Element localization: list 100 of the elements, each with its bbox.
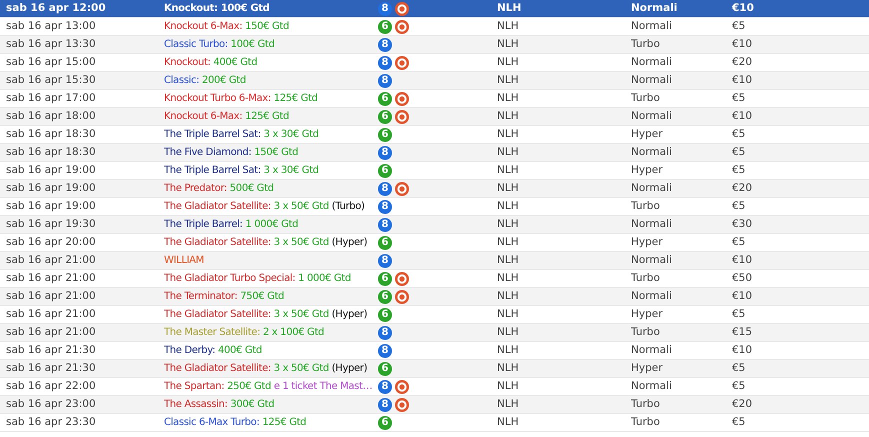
buyin-text: €5 (732, 164, 746, 176)
tournament-name: Classic Turbo: (164, 39, 228, 50)
speed-text: Turbo (631, 416, 660, 428)
prize-text: 3 x 50€ Gtd (274, 237, 329, 248)
table-row[interactable]: sab 16 apr 23:00 The Assassin: 300€ Gtd 8 NLH Turbo €20 (0, 396, 869, 414)
prize-text: 150€ Gtd (245, 21, 289, 32)
table-row[interactable]: sab 16 apr 21:30 The Gladiator Satellite: 3 x 50€ Gtd (Hyper) 6 NLH Hyper €5 (0, 360, 869, 378)
game-text: NLH (497, 218, 519, 230)
buyin-text: €5 (732, 236, 746, 248)
format-note: (Turbo) (332, 201, 365, 212)
table-row[interactable]: sab 16 apr 18:30 The Triple Barrel Sat: 3 x 30€ Gtd 6 NLH Hyper €5 (0, 126, 869, 144)
speed-text: Turbo (631, 38, 660, 50)
prize-text: 125€ Gtd (245, 111, 289, 122)
prize-text: 400€ Gtd (218, 345, 262, 356)
seats-badge: 8 (378, 182, 392, 196)
prize-text: 500€ Gtd (230, 183, 274, 194)
seats-badge: 8 (378, 200, 392, 214)
date-text: sab 16 apr 19:00 (6, 200, 96, 212)
table-row[interactable]: sab 16 apr 17:00 Knockout Turbo 6-Max: 125€ Gtd 6 NLH Turbo €5 (0, 90, 869, 108)
tournament-name: The Five Diamond: (164, 147, 252, 158)
table-row[interactable]: sab 16 apr 21:00 The Gladiator Turbo Special: 1 000€ Gtd 6 NLH Turbo €50 (0, 270, 869, 288)
table-row[interactable]: sab 16 apr 19:00 The Predator: 500€ Gtd 8 NLH Normali €20 (0, 180, 869, 198)
table-row[interactable]: sab 16 apr 19:00 The Triple Barrel Sat: 3 x 30€ Gtd 6 NLH Hyper €5 (0, 162, 869, 180)
buyin-text: €5 (732, 416, 746, 428)
buyin-text: €20 (732, 56, 752, 68)
date-text: sab 16 apr 21:00 (6, 308, 96, 320)
tournament-name: Classic: (164, 75, 200, 86)
speed-text: Hyper (631, 128, 663, 140)
table-row[interactable]: sab 16 apr 21:00 WILLIAM 8 NLH Normali €10 (0, 252, 869, 270)
seats-badge: 8 (378, 146, 392, 160)
table-row[interactable]: sab 16 apr 13:00 Knockout 6-Max: 150€ Gtd 6 NLH Normali €5 (0, 18, 869, 36)
game-text: NLH (497, 398, 519, 410)
speed-text: Normali (631, 344, 672, 356)
tournament-name: The Triple Barrel: (164, 219, 243, 230)
seats-badge: 8 (378, 398, 392, 412)
table-row[interactable]: sab 16 apr 21:00 The Terminator: 750€ Gtd 6 NLH Normali €10 (0, 288, 869, 306)
table-row[interactable]: sab 16 apr 12:00 Knockout: 100€ Gtd 8 NLH Normali €10 (0, 0, 869, 18)
buyin-text: €5 (732, 146, 746, 158)
date-text: sab 16 apr 23:00 (6, 398, 96, 410)
date-text: sab 16 apr 12:00 (6, 2, 106, 14)
format-note: (Hyper) (332, 309, 368, 320)
prize-text: 125€ Gtd (274, 93, 318, 104)
table-row[interactable]: sab 16 apr 19:00 The Gladiator Satellite: 3 x 50€ Gtd (Turbo) 8 NLH Turbo €5 (0, 198, 869, 216)
prize-text: 1 000€ Gtd (245, 219, 298, 230)
table-row[interactable]: sab 16 apr 15:30 Classic: 200€ Gtd 8 NLH Normali €10 (0, 72, 869, 90)
buyin-text: €10 (732, 290, 752, 302)
prize-text: 100€ Gtd (230, 39, 274, 50)
table-row[interactable]: sab 16 apr 15:00 Knockout: 400€ Gtd 8 NLH Normali €20 (0, 54, 869, 72)
speed-text: Turbo (631, 272, 660, 284)
speed-text: Normali (631, 20, 672, 32)
game-text: NLH (497, 254, 519, 266)
table-row[interactable]: sab 16 apr 23:30 Classic 6-Max Turbo: 125€ Gtd 6 NLH Turbo €5 (0, 414, 869, 432)
table-row[interactable]: sab 16 apr 21:00 The Gladiator Satellite: 3 x 50€ Gtd (Hyper) 6 NLH Hyper €5 (0, 306, 869, 324)
tournament-name: The Triple Barrel Sat: (164, 129, 261, 140)
date-text: sab 16 apr 17:00 (6, 92, 96, 104)
tournament-name: The Gladiator Satellite: (164, 363, 271, 374)
table-row[interactable]: sab 16 apr 18:30 The Five Diamond: 150€ Gtd 8 NLH Normali €5 (0, 144, 869, 162)
date-text: sab 16 apr 18:00 (6, 110, 96, 122)
table-row[interactable]: sab 16 apr 13:30 Classic Turbo: 100€ Gtd 8 NLH Turbo €10 (0, 36, 869, 54)
game-text: NLH (497, 236, 519, 248)
game-text: NLH (497, 164, 519, 176)
tournament-name: The Assassin: (164, 399, 228, 410)
buyin-text: €5 (732, 20, 746, 32)
table-row[interactable]: sab 16 apr 18:00 Knockout 6-Max: 125€ Gtd 6 NLH Normali €10 (0, 108, 869, 126)
buyin-text: €5 (732, 200, 746, 212)
table-row[interactable]: sab 16 apr 20:00 The Gladiator Satellite: 3 x 50€ Gtd (Hyper) 6 NLH Hyper €5 (0, 234, 869, 252)
buyin-text: €10 (732, 254, 752, 266)
buyin-text: €5 (732, 362, 746, 374)
buyin-text: €5 (732, 308, 746, 320)
tournament-name: The Predator: (164, 183, 227, 194)
date-text: sab 16 apr 21:00 (6, 272, 96, 284)
seats-badge: 6 (378, 236, 392, 250)
table-row[interactable]: sab 16 apr 19:30 The Triple Barrel: 1 000€ Gtd 8 NLH Normali €30 (0, 216, 869, 234)
date-text: sab 16 apr 20:00 (6, 236, 96, 248)
seats-badge: 6 (378, 164, 392, 178)
game-text: NLH (497, 74, 519, 86)
tournament-name: The Spartan: (164, 381, 224, 392)
game-text: NLH (497, 362, 519, 374)
table-row[interactable]: sab 16 apr 21:00 The Master Satellite: 2 x 100€ Gtd 8 NLH Turbo €15 (0, 324, 869, 342)
speed-text: Normali (631, 110, 672, 122)
game-text: NLH (497, 110, 519, 122)
seats-badge: 8 (378, 254, 392, 268)
tournament-name: Classic 6-Max Turbo: (164, 417, 260, 428)
table-row[interactable]: sab 16 apr 21:30 The Derby: 400€ Gtd 8 NLH Normali €10 (0, 342, 869, 360)
speed-text: Normali (631, 218, 672, 230)
date-text: sab 16 apr 22:00 (6, 380, 96, 392)
date-text: sab 16 apr 19:00 (6, 182, 96, 194)
date-text: sab 16 apr 13:30 (6, 38, 96, 50)
tournament-name: The Triple Barrel Sat: (164, 165, 261, 176)
speed-text: Normali (631, 56, 672, 68)
tournament-name: Knockout 6-Max: (164, 21, 242, 32)
tournament-name: The Gladiator Turbo Special: (164, 273, 296, 284)
date-text: sab 16 apr 21:00 (6, 326, 96, 338)
table-row[interactable]: sab 16 apr 22:00 The Spartan: 250€ Gtd e 1 ticket The Mast… 8 NLH Normali €5 (0, 378, 869, 396)
tournament-name: The Derby: (164, 345, 216, 356)
speed-text: Normali (631, 2, 678, 14)
tournament-name: The Gladiator Satellite: (164, 309, 271, 320)
speed-text: Turbo (631, 398, 660, 410)
date-text: sab 16 apr 15:30 (6, 74, 96, 86)
buyin-text: €20 (732, 398, 752, 410)
